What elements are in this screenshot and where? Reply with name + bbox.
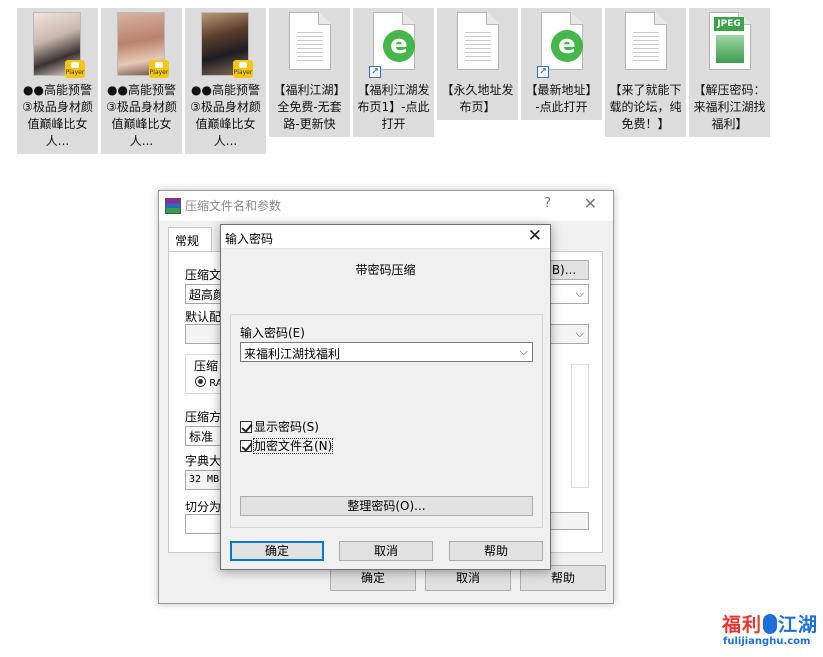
password-value: 来福利江湖找福利 — [244, 347, 341, 361]
password-dialog-title: 输入密码 — [225, 232, 274, 246]
winrar-logo-icon — [165, 198, 181, 214]
file-caption: 【解压密码：来福利江湖找福利】 — [693, 83, 766, 131]
desktop-shortcut-1[interactable]: e ↗ 【福利江湖发布页1】-点此打开 — [353, 8, 434, 137]
file-caption: ●●高能预警③极品身材颜值巅峰比女人... — [190, 83, 261, 148]
password-ok-button[interactable]: 确定 — [230, 541, 324, 561]
shortcut-arrow-icon: ↗ — [537, 66, 549, 78]
rar-dialog-title: 压缩文件名和参数 — [185, 199, 282, 213]
dictionary-size-combobox[interactable]: 32 MB — [185, 470, 225, 490]
desktop-file-video-2[interactable]: Player ●●高能预警③极品身材颜值巅峰比女人... — [101, 8, 182, 154]
file-caption: ●●高能预警③极品身材颜值巅峰比女人... — [106, 83, 177, 148]
compression-method-combobox[interactable]: 标准 — [185, 426, 225, 446]
password-panel: 输入密码(E) 来福利江湖找福利 ⌵ 显示密码(S) 加密文件名(N) 整理密码… — [230, 314, 543, 528]
mouse-icon — [763, 614, 778, 634]
desktop-file-text-2[interactable]: 【永久地址发布页】 — [437, 8, 518, 120]
file-caption: ●●高能预警③极品身材颜值巅峰比女人... — [22, 83, 93, 148]
tab-general[interactable]: 常规 — [168, 227, 212, 251]
chevron-down-icon: ⌵ — [575, 287, 584, 300]
shortcut-arrow-icon: ↗ — [369, 66, 381, 78]
split-volumes-label: 切分为 — [185, 500, 222, 514]
help-icon[interactable]: ? — [544, 196, 551, 211]
site-watermark-logo: 福利 江湖 fulijianghu.com — [720, 604, 820, 654]
password-help-button[interactable]: 帮助 — [449, 541, 543, 561]
organize-passwords-button[interactable]: 整理密码(O)... — [240, 496, 533, 516]
dictionary-size-label: 字典大 — [185, 454, 222, 468]
player-badge-icon: Player — [233, 60, 253, 78]
chevron-down-icon[interactable]: ⌵ — [520, 345, 528, 359]
watermark-domain: fulijianghu.com — [723, 636, 811, 647]
set-password-button-partial[interactable] — [549, 512, 589, 530]
close-icon[interactable]: ✕ — [528, 226, 542, 246]
desktop-file-video-3[interactable]: Player ●●高能预警③极品身材颜值巅峰比女人... — [185, 8, 266, 154]
radio-selected-icon — [195, 376, 206, 387]
password-dialog-header: 带密码压缩 — [355, 263, 416, 277]
text-document-icon — [289, 12, 331, 70]
checkbox-checked-icon — [240, 421, 252, 433]
default-profile-label: 默认配 — [185, 310, 222, 324]
compression-method-label: 压缩方 — [185, 410, 222, 424]
file-caption: 【福利江湖】全免费-无套路-更新快 — [273, 83, 346, 131]
desktop-file-jpeg[interactable]: JPEG 【解压密码：来福利江湖找福利】 — [689, 8, 770, 137]
file-caption: 【来了就能下载的论坛，纯免费！】 — [609, 83, 682, 131]
desktop-file-video-1[interactable]: Player ●●高能预警③极品身材颜值巅峰比女人... — [17, 8, 98, 154]
text-document-icon — [457, 12, 499, 70]
file-caption: 【最新地址】-点此打开 — [525, 83, 598, 114]
close-icon[interactable]: ✕ — [584, 194, 597, 213]
options-group — [571, 364, 589, 488]
player-badge-icon: Player — [149, 60, 169, 78]
text-document-icon — [625, 12, 667, 70]
file-caption: 【永久地址发布页】 — [441, 83, 514, 114]
password-input[interactable]: 来福利江湖找福利 ⌵ — [240, 342, 533, 362]
archive-format-label: 压缩 — [194, 357, 219, 374]
chevron-down-icon: ⌵ — [575, 327, 584, 340]
rar-titlebar[interactable]: 压缩文件名和参数 ? ✕ — [159, 191, 613, 221]
checkbox-checked-icon — [240, 440, 252, 452]
encrypt-file-names-checkbox[interactable]: 加密文件名(N) — [240, 437, 334, 454]
internet-explorer-icon: e — [551, 30, 583, 62]
desktop-file-text-3[interactable]: 【来了就能下载的论坛，纯免费！】 — [605, 8, 686, 137]
jpeg-image-icon: JPEG — [709, 12, 751, 70]
desktop-icon-row: Player ●●高能预警③极品身材颜值巅峰比女人... Player ●●高能… — [0, 0, 823, 160]
split-volumes-combobox[interactable] — [185, 514, 225, 534]
player-badge-icon: Player — [65, 60, 85, 78]
password-label: 输入密码(E) — [240, 326, 305, 340]
file-caption: 【福利江湖发布页1】-点此打开 — [357, 83, 430, 131]
desktop-shortcut-2[interactable]: e ↗ 【最新地址】-点此打开 — [521, 8, 602, 120]
internet-explorer-icon: e — [383, 30, 415, 62]
show-password-checkbox[interactable]: 显示密码(S) — [240, 418, 319, 435]
archive-name-label: 压缩文 — [185, 268, 222, 282]
password-cancel-button[interactable]: 取消 — [339, 541, 433, 561]
enter-password-dialog: 输入密码 ✕ 带密码压缩 输入密码(E) 来福利江湖找福利 ⌵ 显示密码(S) … — [220, 224, 551, 570]
password-titlebar[interactable]: 输入密码 ✕ — [221, 225, 550, 249]
watermark-text: 福利 江湖 — [722, 614, 819, 636]
desktop-file-text-1[interactable]: 【福利江湖】全免费-无套路-更新快 — [269, 8, 350, 137]
rar-format-radio[interactable]: RA — [195, 376, 223, 389]
